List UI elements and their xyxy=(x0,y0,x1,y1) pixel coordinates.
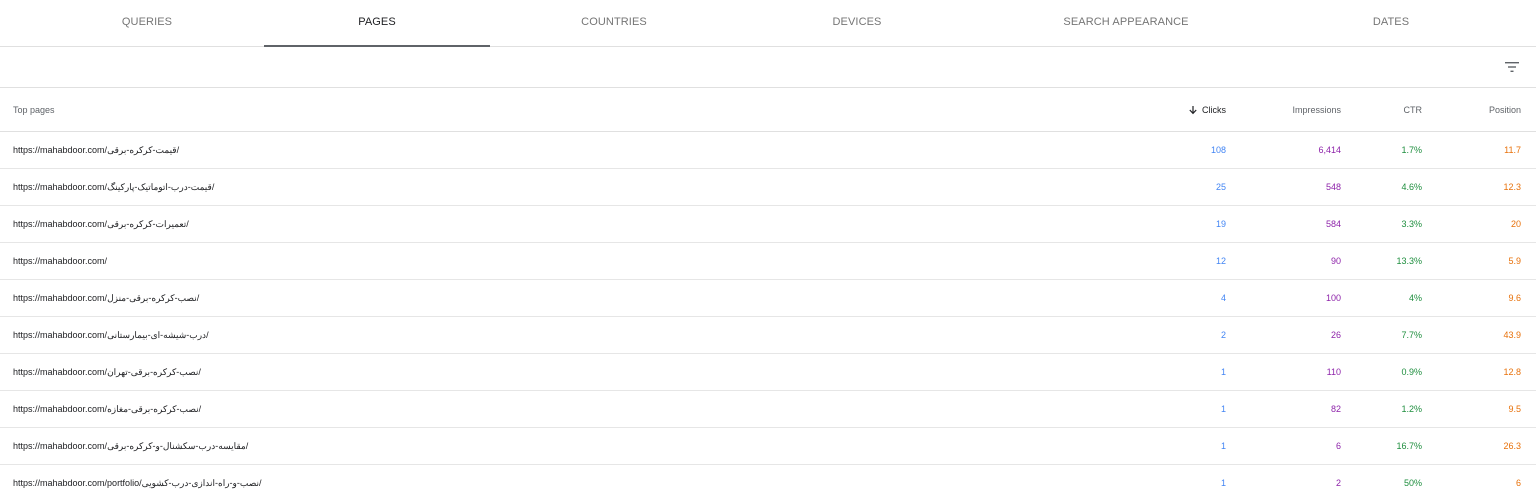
ctr-value: 7.7% xyxy=(1401,330,1422,340)
page-url: https://mahabdoor.com/نصب-کرکره-برقی-تهر… xyxy=(13,367,201,377)
table-row[interactable]: https://mahabdoor.com/مقایسه-درب-سکشنال-… xyxy=(0,428,1536,465)
position-value: 5.9 xyxy=(1508,256,1521,266)
position-value: 20 xyxy=(1510,219,1521,229)
ctr-value: 50% xyxy=(1403,478,1422,488)
header-ctr[interactable]: CTR xyxy=(1404,105,1423,115)
page-url: https://mahabdoor.com/قیمت-درب-اتوماتیک-… xyxy=(13,182,215,192)
clicks-value: 1 xyxy=(1220,478,1226,488)
position-value: 12.3 xyxy=(1503,182,1521,192)
tab-devices[interactable]: DEVICES xyxy=(743,0,971,46)
tab-search-appearance[interactable]: SEARCH APPEARANCE xyxy=(1010,0,1242,46)
ctr-value: 16.7% xyxy=(1396,441,1422,451)
page-url: https://mahabdoor.com/نصب-کرکره-برقی-منز… xyxy=(13,293,200,303)
clicks-value: 1 xyxy=(1220,441,1226,451)
ctr-value: 13.3% xyxy=(1396,256,1422,266)
table-row[interactable]: https://mahabdoor.com/قیمت-درب-اتوماتیک-… xyxy=(0,169,1536,206)
header-clicks-label: Clicks xyxy=(1202,105,1226,115)
filter-bar xyxy=(0,47,1536,88)
impressions-value: 100 xyxy=(1325,293,1341,303)
header-top-pages: Top pages xyxy=(13,105,55,115)
table-row[interactable]: https://mahabdoor.com/تعمیرات-کرکره-برقی… xyxy=(0,206,1536,243)
tab-queries[interactable]: QUERIES xyxy=(30,0,264,46)
clicks-value: 12 xyxy=(1215,256,1226,266)
clicks-value: 25 xyxy=(1215,182,1226,192)
clicks-value: 19 xyxy=(1215,219,1226,229)
ctr-value: 0.9% xyxy=(1401,367,1422,377)
position-value: 9.5 xyxy=(1508,404,1521,414)
page-url: https://mahabdoor.com/مقایسه-درب-سکشنال-… xyxy=(13,441,249,451)
impressions-value: 26 xyxy=(1330,330,1341,340)
ctr-value: 1.7% xyxy=(1401,145,1422,155)
clicks-value: 108 xyxy=(1210,145,1226,155)
table-row[interactable]: https://mahabdoor.com/درب-شیشه-ای-بیمارس… xyxy=(0,317,1536,354)
ctr-value: 4% xyxy=(1408,293,1422,303)
clicks-value: 2 xyxy=(1220,330,1226,340)
ctr-value: 3.3% xyxy=(1401,219,1422,229)
page-url: https://mahabdoor.com/قیمت-کرکره-برقی/ xyxy=(13,145,180,155)
position-value: 9.6 xyxy=(1508,293,1521,303)
page-url: https://mahabdoor.com/ xyxy=(13,256,108,266)
table-row[interactable]: https://mahabdoor.com/نصب-کرکره-برقی-منز… xyxy=(0,280,1536,317)
tab-dates[interactable]: DATES xyxy=(1276,0,1506,46)
impressions-value: 110 xyxy=(1326,367,1341,377)
report-tabs: QUERIES PAGES COUNTRIES DEVICES SEARCH A… xyxy=(0,0,1536,47)
ctr-value: 4.6% xyxy=(1401,182,1422,192)
impressions-value: 6,414 xyxy=(1318,145,1341,155)
impressions-value: 2 xyxy=(1335,478,1341,488)
position-value: 11.7 xyxy=(1504,145,1521,155)
page-url: https://mahabdoor.com/تعمیرات-کرکره-برقی… xyxy=(13,219,189,229)
position-value: 26.3 xyxy=(1503,441,1521,451)
filter-list-icon[interactable] xyxy=(1503,59,1521,75)
table-header: Top pages Clicks Impressions CTR Positio… xyxy=(0,88,1536,132)
impressions-value: 548 xyxy=(1325,182,1341,192)
clicks-value: 1 xyxy=(1220,404,1226,414)
clicks-value: 4 xyxy=(1220,293,1226,303)
header-impressions[interactable]: Impressions xyxy=(1292,105,1341,115)
ctr-value: 1.2% xyxy=(1401,404,1422,414)
position-value: 6 xyxy=(1515,478,1521,488)
page-url: https://mahabdoor.com/نصب-کرکره-برقی-مغا… xyxy=(13,404,202,414)
arrow-down-icon xyxy=(1189,106,1197,115)
page-url: https://mahabdoor.com/درب-شیشه-ای-بیمارس… xyxy=(13,330,209,340)
header-position[interactable]: Position xyxy=(1489,105,1521,115)
table-row[interactable]: https://mahabdoor.com/portfolio/نصب-و-را… xyxy=(0,465,1536,501)
table-row[interactable]: https://mahabdoor.com/ 12 90 13.3% 5.9 xyxy=(0,243,1536,280)
table-row[interactable]: https://mahabdoor.com/قیمت-کرکره-برقی/ 1… xyxy=(0,132,1536,169)
impressions-value: 584 xyxy=(1325,219,1341,229)
clicks-value: 1 xyxy=(1220,367,1226,377)
table-row[interactable]: https://mahabdoor.com/نصب-کرکره-برقی-مغا… xyxy=(0,391,1536,428)
page-url: https://mahabdoor.com/portfolio/نصب-و-را… xyxy=(13,478,262,488)
tab-pages[interactable]: PAGES xyxy=(264,0,490,47)
position-value: 43.9 xyxy=(1503,330,1521,340)
table-body: https://mahabdoor.com/قیمت-کرکره-برقی/ 1… xyxy=(0,132,1536,501)
impressions-value: 6 xyxy=(1335,441,1341,451)
table-row[interactable]: https://mahabdoor.com/نصب-کرکره-برقی-تهر… xyxy=(0,354,1536,391)
impressions-value: 90 xyxy=(1330,256,1341,266)
position-value: 12.8 xyxy=(1503,367,1521,377)
header-clicks-sort[interactable]: Clicks xyxy=(1188,105,1226,115)
impressions-value: 82 xyxy=(1330,404,1341,414)
tab-countries[interactable]: COUNTRIES xyxy=(500,0,728,46)
